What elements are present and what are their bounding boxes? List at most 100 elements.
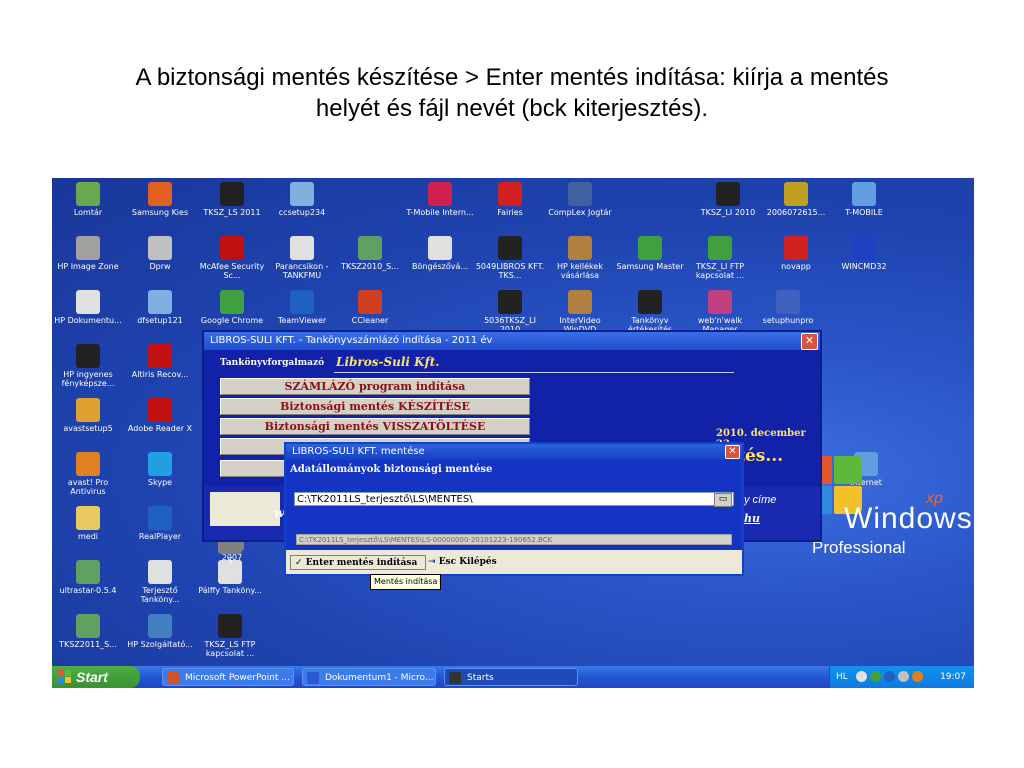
restore-backup-button[interactable]: Biztonsági mentés VISSZATÖLTÉSE — [220, 418, 530, 435]
desktop-icon[interactable]: Lomtár — [52, 182, 124, 232]
hp-photo-icon — [76, 344, 100, 368]
backup-file-name-field: C:\TK2011LS_terjesztő\LS\MENTES\LS-00000… — [296, 534, 732, 545]
backup-dialog-header: Adatállományok biztonsági mentése — [286, 460, 742, 480]
tksz2011-s-icon — [76, 614, 100, 638]
main-window-close-button[interactable]: ✕ — [801, 333, 818, 350]
create-backup-button[interactable]: Biztonsági mentés KÉSZÍTÉSE — [220, 398, 530, 415]
taskbar-item-powerpoint[interactable]: Microsoft PowerPoint ... — [162, 668, 294, 686]
desktop-icon[interactable]: Böngészővá... — [404, 236, 476, 286]
desktop-icon[interactable]: CompLex Jogtár — [544, 182, 616, 232]
language-indicator[interactable]: HL — [836, 666, 848, 688]
dfsetup-icon — [148, 290, 172, 314]
tray-arrow-icon[interactable] — [856, 671, 867, 682]
web-n-walk-icon — [708, 290, 732, 314]
desktop-icon[interactable]: medi — [52, 506, 124, 556]
desktop-icon[interactable]: novapp — [760, 236, 832, 286]
network-icon[interactable] — [870, 671, 881, 682]
avast-tray-icon[interactable] — [912, 671, 923, 682]
desktop-icon[interactable]: Adobe Reader X — [124, 398, 196, 448]
main-window-titlebar[interactable]: LIBROS-SULI KFT. - Tankönyvszámlázó indí… — [204, 332, 820, 350]
google-chrome-icon — [220, 290, 244, 314]
desktop-icon[interactable]: TKSZ_LI 2010 — [692, 182, 764, 232]
desktop-icon[interactable]: HP Szolgáltató... — [124, 614, 196, 664]
medi-folder-icon — [76, 506, 100, 530]
desktop-icon[interactable]: 2006072615... — [760, 182, 832, 232]
exit-button[interactable]: ⇥ Esc Kilépés — [428, 555, 508, 570]
desktop-icon[interactable]: McAfee Security Sc... — [196, 236, 268, 286]
desktop-icon-label: TKSZ_LS FTP kapcsolat ... — [204, 640, 256, 658]
bluetooth-icon[interactable] — [884, 671, 895, 682]
desktop-icon-label: 5049LIBROS KFT. TKS... — [475, 262, 545, 280]
start-button[interactable]: Start — [52, 666, 140, 688]
desktop-icon[interactable]: dfsetup121 — [124, 290, 196, 340]
desktop-icon[interactable]: 5049LIBROS KFT. TKS... — [474, 236, 546, 286]
desktop-icon[interactable]: avast! Pro Antivirus — [52, 452, 124, 502]
teamviewer-icon — [290, 290, 314, 314]
taskbar-item-word[interactable]: Dokumentum1 - Micro... — [302, 668, 436, 686]
desktop-icon[interactable]: HP ingyenes fényképsze... — [52, 344, 124, 394]
dprw-icon — [148, 236, 172, 260]
tksz-li-5036-icon — [498, 290, 522, 314]
desktop-icon-label: TKSZ2010_S... — [341, 262, 399, 271]
desktop-icon[interactable]: Samsung Master — [614, 236, 686, 286]
windows-start-icon — [58, 670, 72, 684]
taskbar: Start Microsoft PowerPoint ... Dokumentu… — [52, 666, 974, 688]
desktop-icon[interactable]: Samsung Kies — [124, 182, 196, 232]
security-icon[interactable] — [898, 671, 909, 682]
browse-folder-button[interactable]: ▭ — [714, 493, 732, 507]
desktop-icon-label: WINCMD32 — [841, 262, 887, 271]
desktop-icon[interactable]: HP kellékek vásárlása — [544, 236, 616, 286]
desktop-icon-label: CompLex Jogtár — [548, 208, 612, 217]
taskbar-item-starts[interactable]: Starts — [444, 668, 578, 686]
desktop-icon[interactable]: TKSZ_LS FTP kapcsolat ... — [194, 614, 266, 664]
desktop-icon[interactable]: avastsetup5 — [52, 398, 124, 448]
browser-select-icon — [428, 236, 452, 260]
desktop-icon[interactable]: TKSZ_LI FTP kapcsolat ... — [684, 236, 756, 286]
backup-path-input[interactable]: C:\TK2011LS_terjesztő\LS\MENTES\ ▭ — [294, 492, 734, 507]
desktop-icon[interactable]: TKSZ2010_S... — [334, 236, 406, 286]
desktop-icon[interactable]: TKSZ2011_S... — [52, 614, 124, 664]
ccleaner-icon — [358, 290, 382, 314]
terjeszto-icon — [148, 560, 172, 584]
start-invoicing-button[interactable]: SZÁMLÁZÓ program indítása — [220, 378, 530, 395]
desktop-icon[interactable]: HP Dokumentu... — [52, 290, 124, 340]
desktop-icon-label: Samsung Kies — [131, 208, 189, 217]
desktop-icon-label: RealPlayer — [138, 532, 182, 541]
t-mobile-icon — [852, 182, 876, 206]
desktop-icon[interactable]: TKSZ_LS 2011 — [196, 182, 268, 232]
backup-dialog-titlebar[interactable]: LIBROS-SULI KFT. mentése ✕ — [286, 444, 742, 460]
taskbar-item-starts-label: Starts — [467, 673, 494, 683]
desktop-icon-label: HP Image Zone — [57, 262, 119, 271]
complex-jogtar-icon — [568, 182, 592, 206]
desktop-icon[interactable]: ccsetup234 — [266, 182, 338, 232]
partial-address-label: y címe — [744, 494, 777, 506]
desktop-icon[interactable]: ultrastar-0.5.4 — [52, 560, 124, 610]
partial-web-link[interactable]: hu — [744, 512, 760, 525]
altiris-icon — [148, 344, 172, 368]
start-backup-button[interactable]: ✓ Enter mentés indítása — [290, 555, 426, 570]
adobe-reader-icon — [148, 398, 172, 422]
desktop-icon[interactable]: Parancsikon - TANKFMU — [266, 236, 338, 286]
hp-supplies-icon — [568, 236, 592, 260]
desktop-icon[interactable]: T-Mobile Intern... — [404, 182, 476, 232]
exit-label: Esc Kilépés — [438, 557, 497, 567]
xp-windows-text: Windows — [844, 502, 973, 535]
backup-dialog-close-button[interactable]: ✕ — [725, 445, 740, 459]
taskbar-item-powerpoint-label: Microsoft PowerPoint ... — [185, 673, 290, 683]
ccsetup-icon — [290, 182, 314, 206]
desktop-icon[interactable]: WINCMD32 — [828, 236, 900, 286]
desktop-icon-label: avastsetup5 — [63, 424, 113, 433]
novapp-icon — [784, 236, 808, 260]
t-mobile-internet-icon — [428, 182, 452, 206]
desktop-icon[interactable]: Fairies — [474, 182, 546, 232]
desktop-icon[interactable]: Dprw — [124, 236, 196, 286]
desktop-icon-label: Google Chrome — [200, 316, 264, 325]
desktop-icon[interactable]: Terjesztő Tanköny... — [124, 560, 196, 610]
backup-dialog: LIBROS-SULI KFT. mentése ✕ Adatállományo… — [284, 442, 744, 576]
desktop-icon-label: TKSZ2011_S... — [59, 640, 117, 649]
desktop-icon[interactable]: T-MOBILE — [828, 182, 900, 232]
desktop-icon[interactable]: Altiris Recov... — [124, 344, 196, 394]
tksz-ls-2011-icon — [220, 182, 244, 206]
checkmark-icon: ✓ — [295, 558, 303, 568]
desktop-icon[interactable]: HP Image Zone — [52, 236, 124, 286]
